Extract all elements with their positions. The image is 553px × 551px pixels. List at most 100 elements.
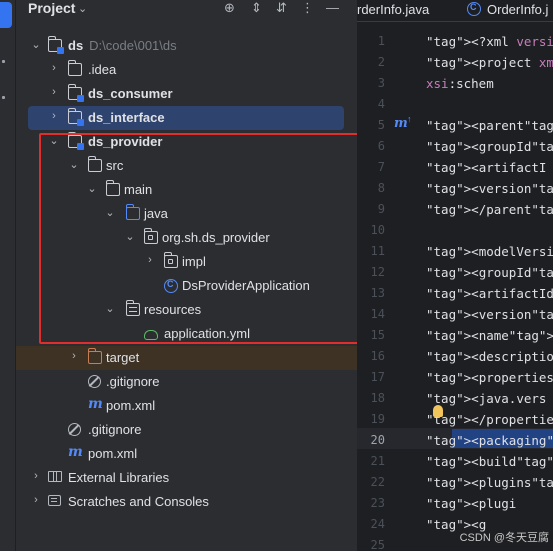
chevron-down-icon[interactable]: ⌄ — [86, 182, 98, 195]
code-line[interactable]: "tag"><packaging"tag">>pom — [426, 433, 553, 448]
tree-item-ds[interactable]: ⌄ ds D:\code\001\ds — [16, 34, 357, 58]
chevron-right-icon[interactable]: › — [30, 494, 42, 506]
code-line[interactable]: "tag"><parent"tag">> — [426, 118, 553, 133]
line-number: 21 — [370, 454, 385, 468]
code-line[interactable]: "tag"><project xmlns="ht — [426, 55, 553, 70]
tree-item-label: .gitignore — [88, 422, 142, 437]
strip-dot — [2, 60, 5, 63]
code-line[interactable]: "tag"><groupId"tag">>o — [426, 139, 553, 154]
chevron-down-icon[interactable]: ⌄ — [78, 2, 87, 15]
tree-item-label: target — [106, 350, 140, 365]
code-line[interactable]: xsi:schem — [426, 76, 494, 91]
code-line[interactable]: "tag"><version"tag">>0.0.1 — [426, 307, 553, 322]
line-number: 14 — [370, 307, 385, 321]
code-line[interactable]: "tag"><plugins"tag">> — [426, 475, 553, 490]
code-line[interactable]: "tag"><properties"tag">> — [426, 370, 553, 385]
line-number: 15 — [370, 328, 385, 342]
tree-item-pom-xml[interactable]: m pom.xml — [16, 394, 357, 418]
chevron-down-icon[interactable]: ⌄ — [104, 302, 116, 315]
folder-icon — [67, 60, 82, 76]
tree-item-pom-xml[interactable]: m pom.xml — [16, 442, 357, 466]
project-panel: Project ⌄ ⊕ ⇕ ⇵ ⋮ — ⌄ ds D:\code\001\ds ›… — [16, 0, 357, 551]
tree-item-scratches[interactable]: › Scratches and Consoles — [16, 490, 357, 514]
chevron-down-icon[interactable]: ⌄ — [68, 158, 80, 171]
code-line[interactable]: "tag"><modelVersion"tag">> — [426, 244, 553, 259]
chevron-right-icon[interactable]: › — [30, 470, 42, 482]
code-editor[interactable]: rderInfo.java OrderInfo.j 12345678910111… — [357, 0, 553, 551]
line-number: 22 — [370, 475, 385, 489]
tree-item-gitignore[interactable]: .gitignore — [16, 370, 357, 394]
lightbulb-icon[interactable] — [433, 405, 443, 417]
tree-item-java[interactable]: ⌄ java — [16, 202, 357, 226]
chevron-right-icon[interactable]: › — [48, 110, 60, 122]
code-line[interactable]: "tag"><build"tag">> — [426, 454, 553, 469]
maven-parent-icon[interactable]: m — [394, 116, 408, 131]
tree-item-idea[interactable]: › .idea — [16, 58, 357, 82]
code-line[interactable]: "tag"><groupId"tag">>org.s — [426, 265, 553, 280]
code-line[interactable]: "tag"><?xml version="1.0 — [426, 34, 553, 49]
line-number: 7 — [377, 160, 385, 174]
scratches-icon — [48, 495, 61, 506]
tree-item-ds-interface[interactable]: › ds_interface — [28, 106, 344, 130]
tree-item-external-libraries[interactable]: › External Libraries — [16, 466, 357, 490]
project-tool-button[interactable] — [0, 2, 12, 28]
package-icon — [143, 228, 158, 244]
editor-tab[interactable]: OrderInfo.j — [487, 2, 548, 17]
line-number: 18 — [370, 391, 385, 405]
class-icon — [467, 2, 481, 16]
chevron-down-icon[interactable]: ⌄ — [48, 134, 60, 147]
code-line[interactable]: "tag"><java.vers — [426, 391, 546, 406]
line-number: 17 — [370, 370, 385, 384]
chevron-down-icon[interactable]: ⌄ — [104, 206, 116, 219]
folder-icon — [87, 156, 102, 172]
code-line[interactable]: "tag"><artifactId"tag">>ds — [426, 286, 553, 301]
tree-item-label: External Libraries — [68, 470, 170, 485]
tree-item-target[interactable]: › target — [16, 346, 357, 370]
line-number: 12 — [370, 265, 385, 279]
line-number: 11 — [370, 244, 385, 258]
tree-item-package[interactable]: ⌄ org.sh.ds_provider — [16, 226, 357, 250]
line-number: 16 — [370, 349, 385, 363]
hide-icon[interactable]: — — [326, 0, 339, 15]
tree-item-ds-provider[interactable]: ⌄ ds_provider — [16, 130, 357, 154]
code-line[interactable]: "tag"></parent"tag">> — [426, 202, 553, 217]
tree-item-label: pom.xml — [88, 446, 138, 461]
line-number: 24 — [370, 517, 385, 531]
chevron-right-icon[interactable]: › — [48, 62, 60, 74]
options-icon[interactable]: ⋮ — [301, 0, 314, 16]
expand-all-icon[interactable]: ⇕ — [251, 0, 262, 16]
code-line[interactable]: "tag"><description"tag">>d — [426, 349, 553, 364]
tree-item-label: ds_interface — [88, 110, 165, 125]
tree-item-label: main — [124, 182, 153, 197]
tree-item-gitignore[interactable]: .gitignore — [16, 418, 357, 442]
line-number: 1 — [377, 34, 385, 48]
chevron-down-icon[interactable]: ⌄ — [124, 230, 136, 243]
line-number: 23 — [370, 496, 385, 510]
chevron-right-icon[interactable]: › — [68, 350, 80, 362]
chevron-right-icon[interactable]: › — [144, 254, 156, 266]
code-line[interactable]: "tag"><version"tag">>0 — [426, 181, 553, 196]
panel-title[interactable]: Project — [28, 0, 75, 16]
locate-icon[interactable]: ⊕ — [224, 0, 235, 16]
tree-item-application-yml[interactable]: application.yml — [16, 322, 357, 346]
package-icon — [163, 252, 178, 268]
tree-item-ds-consumer[interactable]: › ds_consumer — [16, 82, 357, 106]
tree-item-impl[interactable]: › impl — [16, 250, 357, 274]
line-number: 13 — [370, 286, 385, 300]
code-line[interactable]: "tag"><artifactI — [426, 160, 546, 175]
tree-item-label: application.yml — [164, 326, 250, 341]
tree-item-main[interactable]: ⌄ main — [16, 178, 357, 202]
chevron-right-icon[interactable]: › — [48, 86, 60, 98]
tree-item-label: impl — [182, 254, 206, 269]
editor-tab[interactable]: rderInfo.java — [357, 2, 429, 17]
chevron-down-icon[interactable]: ⌄ — [30, 38, 42, 51]
tree-item-src[interactable]: ⌄ src — [16, 154, 357, 178]
code-line[interactable]: "tag"></properties"tag">> — [426, 412, 553, 427]
tree-item-resources[interactable]: ⌄ resources — [16, 298, 357, 322]
resources-folder-icon — [125, 300, 140, 316]
code-line[interactable]: "tag"><plugi — [426, 496, 516, 511]
code-line[interactable]: "tag"><name"tag">>ds_inter — [426, 328, 553, 343]
line-number: 20 — [370, 433, 385, 447]
collapse-all-icon[interactable]: ⇵ — [276, 0, 287, 16]
tree-item-ds-provider-application[interactable]: DsProviderApplication — [16, 274, 357, 298]
